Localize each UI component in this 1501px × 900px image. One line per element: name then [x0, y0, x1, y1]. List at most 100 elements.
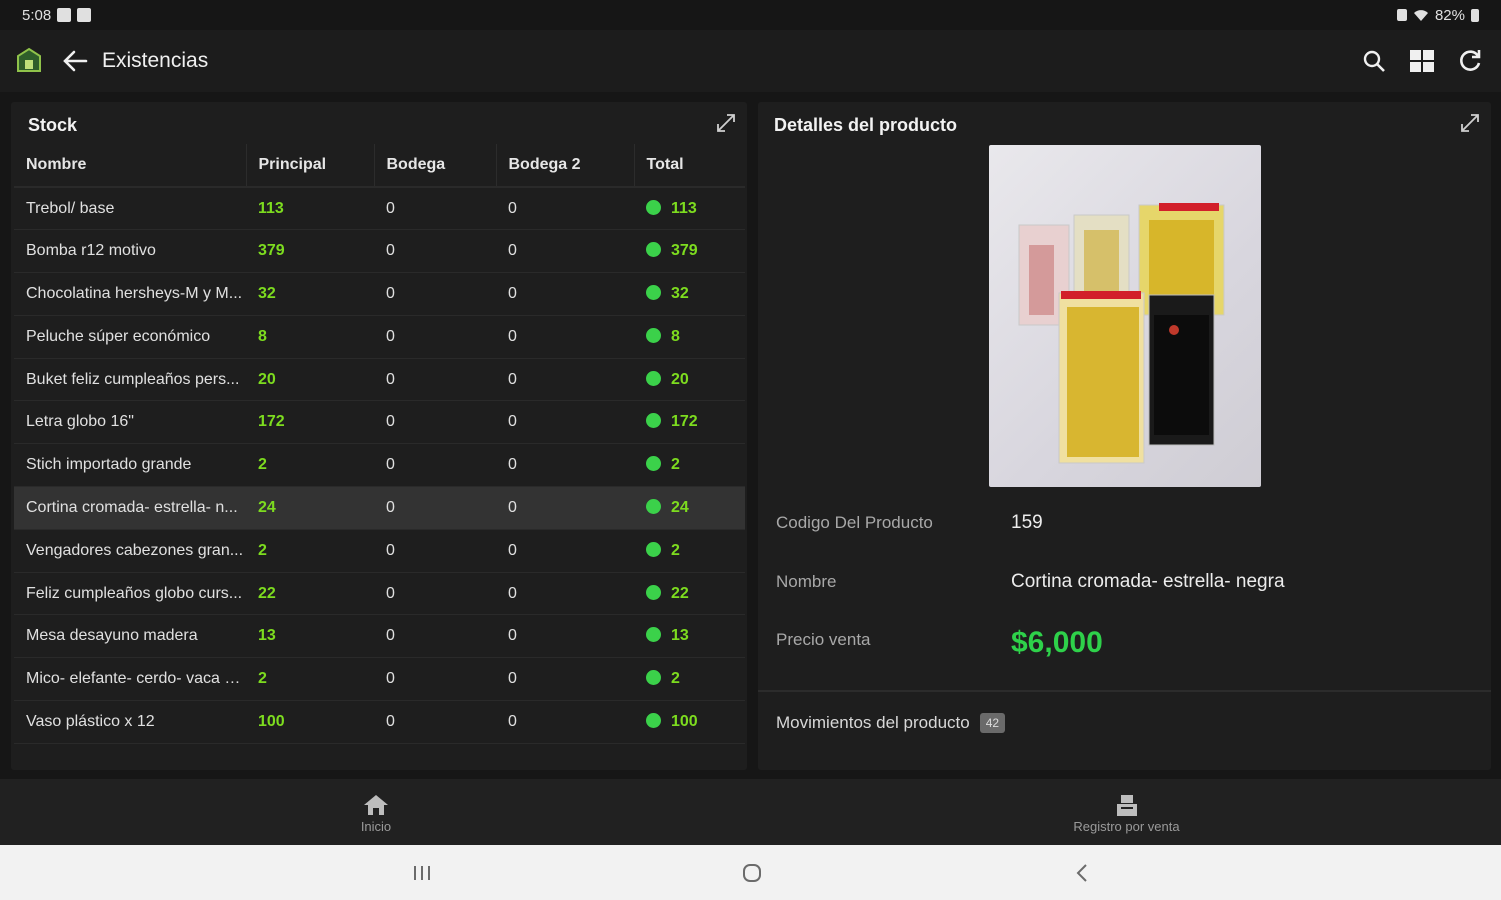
product-movements-link[interactable]: Movimientos del producto 42: [776, 713, 1006, 733]
column-header-principal[interactable]: Principal: [246, 144, 375, 188]
home-circle-icon: [743, 863, 761, 882]
cell-total: 172: [634, 400, 745, 445]
table-row[interactable]: Letra globo 16" 172 0 0 172: [14, 400, 745, 445]
status-dot-icon: [646, 712, 661, 728]
status-dot-icon: [646, 284, 661, 300]
search-button[interactable]: [1357, 44, 1391, 78]
column-header-bodega[interactable]: Bodega: [374, 144, 497, 188]
cell-nombre: Feliz cumpleaños globo curs...: [14, 572, 246, 616]
cell-total: 2: [634, 529, 745, 573]
stock-title: Stock: [28, 115, 78, 135]
cell-bodega2: 0: [496, 572, 634, 616]
divider: [758, 690, 1491, 692]
cell-bodega2: 0: [496, 229, 634, 274]
column-header-total[interactable]: Total: [634, 144, 745, 188]
cell-bodega: 0: [374, 614, 496, 659]
status-bar: 5:08 82%: [0, 0, 1501, 30]
status-dot-icon: [646, 541, 661, 557]
cell-principal: 2: [246, 657, 374, 702]
cell-nombre: Trebol/ base: [14, 187, 246, 231]
cell-bodega2: 0: [496, 486, 634, 530]
column-header-bodega2[interactable]: Bodega 2: [496, 144, 635, 188]
cell-nombre: Chocolatina hersheys-M y M...: [14, 272, 246, 316]
sale-price-value: $6,000: [1011, 626, 1103, 659]
column-header-nombre[interactable]: Nombre: [14, 144, 247, 188]
nav-sales-register[interactable]: Registro por venta: [1050, 779, 1203, 845]
cell-total: 8: [634, 315, 745, 359]
cell-total: 379: [634, 229, 745, 274]
product-name-value: Cortina cromada- estrella- negra: [1011, 571, 1285, 592]
table-row[interactable]: Buket feliz cumpleaños pers... 20 0 0 20: [14, 358, 745, 402]
table-row[interactable]: Bomba r12 motivo 379 0 0 379: [14, 229, 745, 274]
cell-nombre: Cortina cromada- estrella- n...: [14, 486, 246, 530]
app-logo-icon: [14, 46, 44, 76]
cell-nombre: Vengadores cabezones gran...: [14, 529, 246, 573]
cell-bodega: 0: [374, 358, 496, 402]
page-title: Existencias: [102, 49, 209, 72]
cell-principal: 13: [246, 614, 374, 659]
status-dot-icon: [646, 456, 661, 472]
expand-stock-button[interactable]: [715, 112, 737, 134]
expand-details-button[interactable]: [1459, 112, 1481, 134]
cell-nombre: Bomba r12 motivo: [14, 229, 246, 274]
table-row[interactable]: Mesa desayuno madera 13 0 0 13: [14, 614, 745, 659]
cell-total: 2: [634, 657, 745, 702]
expand-icon: [1461, 114, 1479, 132]
total-value: 172: [671, 413, 698, 431]
total-value: 13: [671, 627, 689, 645]
recent-apps-button[interactable]: [392, 845, 452, 900]
total-value: 2: [671, 456, 680, 474]
table-row[interactable]: Stich importado grande 2 0 0 2: [14, 443, 745, 488]
cell-principal: 100: [246, 700, 374, 744]
cash-register-icon: [1113, 791, 1141, 819]
cell-principal: 172: [246, 400, 374, 445]
cell-total: 13: [634, 614, 745, 659]
cell-bodega2: 0: [496, 657, 634, 702]
cell-total: 22: [634, 572, 745, 616]
sale-price-label: Precio venta: [776, 630, 871, 649]
cell-principal: 20: [246, 358, 374, 402]
table-row-selected[interactable]: Cortina cromada- estrella- n... 24 0 0 24: [14, 486, 745, 530]
expand-icon: [717, 114, 735, 132]
system-back-button[interactable]: [1052, 845, 1112, 900]
app-bar: Existencias: [0, 30, 1501, 92]
wifi-icon: [1413, 10, 1428, 21]
battery-icon: [1471, 8, 1479, 22]
cell-nombre: Stich importado grande: [14, 443, 246, 488]
status-dot-icon: [646, 242, 661, 258]
cell-total: 24: [634, 486, 745, 530]
table-row[interactable]: Peluche súper económico 8 0 0 8: [14, 315, 745, 359]
cell-total: 32: [634, 272, 745, 316]
sale-price-row: Precio venta $6,000: [776, 626, 1103, 659]
cell-nombre: Letra globo 16": [14, 400, 246, 445]
product-code-label: Codigo Del Producto: [776, 513, 933, 532]
cell-principal: 113: [246, 187, 374, 231]
table-row[interactable]: Mico- elefante- cerdo- vaca p... 2 0 0 2: [14, 657, 745, 702]
cell-nombre: Buket feliz cumpleaños pers...: [14, 358, 246, 402]
nav-home[interactable]: Inicio: [326, 779, 426, 845]
total-value: 100: [671, 712, 698, 730]
home-system-button[interactable]: [722, 845, 782, 900]
status-dot-icon: [646, 199, 661, 215]
product-code-value: 159: [1011, 512, 1043, 533]
table-row[interactable]: Trebol/ base 113 0 0 113: [14, 187, 745, 231]
status-dot-icon: [646, 627, 661, 643]
product-image[interactable]: [989, 145, 1261, 487]
total-value: 2: [671, 670, 680, 688]
battery-percent: 82%: [1434, 6, 1465, 24]
stock-panel: Stock Nombre Principal Bodega Bodega 2 T…: [11, 102, 747, 770]
cell-bodega2: 0: [496, 614, 634, 659]
cell-principal: 32: [246, 272, 374, 316]
table-row[interactable]: Feliz cumpleaños globo curs... 22 0 0 22: [14, 572, 745, 616]
status-dot-icon: [646, 327, 661, 343]
total-value: 113: [671, 199, 697, 217]
cell-bodega2: 0: [496, 700, 634, 744]
table-row[interactable]: Vaso plástico x 12 100 0 0 100: [14, 700, 745, 744]
refresh-button[interactable]: [1453, 44, 1487, 78]
notification-icon: [57, 8, 72, 22]
cell-nombre: Peluche súper económico: [14, 315, 246, 359]
table-row[interactable]: Chocolatina hersheys-M y M... 32 0 0 32: [14, 272, 745, 316]
table-row[interactable]: Vengadores cabezones gran... 2 0 0 2: [14, 529, 745, 573]
grid-view-button[interactable]: [1405, 44, 1439, 78]
back-button[interactable]: [58, 44, 92, 78]
